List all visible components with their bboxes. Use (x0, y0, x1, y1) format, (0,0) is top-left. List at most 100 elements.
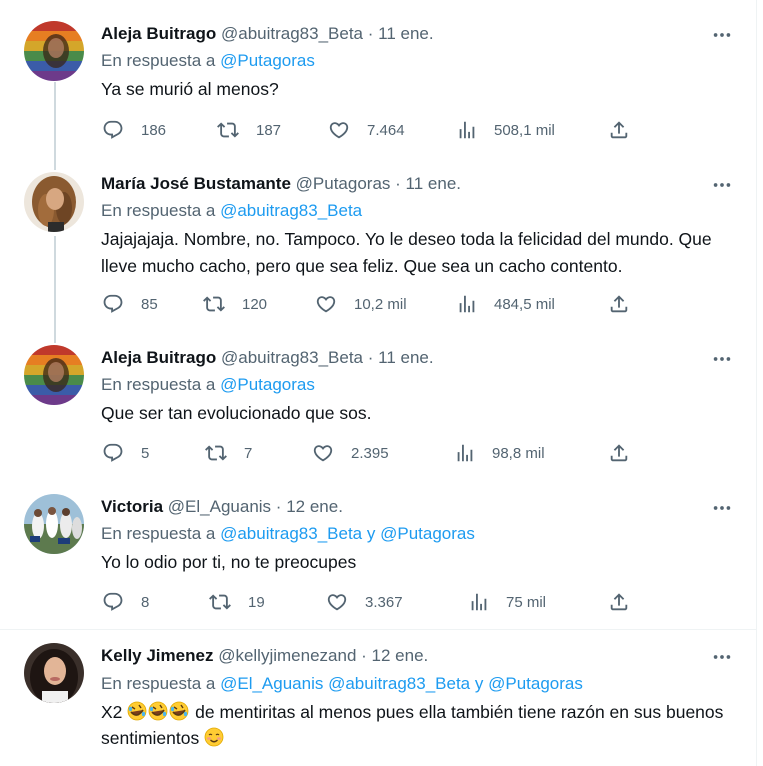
user-handle[interactable]: @abuitrag83_Beta (221, 348, 363, 367)
share-button[interactable] (608, 441, 630, 465)
retweet-icon (217, 122, 239, 138)
user-handle[interactable]: @El_Aguanis (168, 497, 271, 516)
mention-link[interactable]: @Putagoras (488, 674, 583, 693)
rolling-laughing-emoji (127, 701, 147, 721)
tweet-date[interactable]: 11 ene. (378, 24, 433, 43)
views-count: 75 mil (506, 593, 547, 611)
share-button[interactable] (608, 292, 630, 316)
reply-icon (103, 443, 123, 462)
reply-icon (103, 120, 123, 139)
tweet[interactable]: Aleja Buitrago @abuitrag83_Beta · 11 ene… (0, 324, 757, 484)
tweet-actions: 186 187 7.464 508,1 mil (100, 118, 640, 142)
tweet[interactable]: Victoria @El_Aguanis · 12 ene. En respue… (0, 473, 757, 630)
tweet-date[interactable]: 12 ene. (286, 497, 343, 516)
views-button[interactable]: 98,8 mil (454, 441, 545, 465)
user-handle[interactable]: @Putagoras (296, 174, 391, 193)
mention-link[interactable]: @El_Aguanis (220, 674, 323, 693)
more-button[interactable] (708, 349, 736, 369)
display-name[interactable]: Kelly Jimenez (101, 646, 213, 665)
reply-prefix: En respuesta a (101, 524, 216, 543)
separator-dot: · (367, 24, 374, 43)
display-name[interactable]: Victoria (101, 497, 163, 516)
mention-joiner: y (474, 674, 484, 693)
views-icon (457, 444, 473, 462)
like-button[interactable]: 2.395 (312, 441, 389, 465)
views-button[interactable]: 508,1 mil (456, 118, 555, 142)
more-icon (713, 506, 731, 510)
retweet-count: 187 (256, 121, 282, 139)
avatar-image (24, 172, 84, 232)
more-button[interactable] (708, 175, 736, 195)
display-name[interactable]: Aleja Buitrago (101, 348, 216, 367)
reply-button[interactable]: 85 (102, 292, 158, 316)
reply-button[interactable]: 5 (102, 441, 149, 465)
like-button[interactable]: 7.464 (328, 118, 405, 142)
avatar-image (24, 643, 84, 703)
conversation-thread: Aleja Buitrago @abuitrag83_Beta · 11 ene… (0, 0, 757, 766)
tweet[interactable]: María José Bustamante @Putagoras · 11 en… (0, 150, 757, 335)
retweet-button[interactable]: 187 (217, 118, 281, 142)
more-icon (713, 183, 731, 187)
reply-context: En respuesta a @Putagoras (101, 373, 315, 397)
more-button[interactable] (708, 498, 736, 518)
tweet-text: X2 de mentiritas al menos pues ella tamb… (101, 699, 741, 751)
mention-joiner: y (366, 524, 376, 543)
reply-count: 8 (141, 593, 150, 611)
mention-link[interactable]: @abuitrag83_Beta (220, 201, 362, 220)
mention-link[interactable]: @abuitrag83_Beta (328, 674, 470, 693)
share-button[interactable] (608, 118, 630, 142)
like-count: 2.395 (351, 444, 389, 462)
reply-button[interactable]: 186 (102, 118, 166, 142)
tweet-date[interactable]: 11 ene. (378, 348, 433, 367)
share-icon (610, 121, 628, 139)
views-icon (471, 593, 487, 611)
mention-link[interactable]: @Putagoras (220, 375, 315, 394)
avatar[interactable] (24, 21, 84, 81)
retweet-icon (205, 445, 227, 461)
avatar[interactable] (24, 172, 84, 232)
retweet-icon (209, 594, 231, 610)
more-icon (713, 655, 731, 659)
share-button[interactable] (608, 590, 630, 614)
like-icon (313, 445, 333, 462)
reply-icon (103, 592, 123, 611)
tweet[interactable]: Aleja Buitrago @abuitrag83_Beta · 11 ene… (0, 0, 757, 165)
rolling-laughing-emoji (148, 701, 168, 721)
retweet-button[interactable]: 120 (203, 292, 267, 316)
tweet-date[interactable]: 12 ene. (372, 646, 429, 665)
views-button[interactable]: 75 mil (468, 590, 546, 614)
more-button[interactable] (708, 647, 736, 667)
share-icon (610, 295, 628, 313)
avatar[interactable] (24, 345, 84, 405)
views-count: 98,8 mil (492, 444, 545, 462)
retweet-count: 7 (244, 444, 253, 462)
mention-link[interactable]: @Putagoras (380, 524, 475, 543)
avatar-image (24, 494, 84, 554)
separator-dot: · (361, 646, 367, 665)
more-button[interactable] (708, 25, 736, 45)
tweet-date[interactable]: 11 ene. (406, 174, 461, 193)
user-handle[interactable]: @abuitrag83_Beta (221, 24, 363, 43)
user-handle[interactable]: @kellyjimenezand (218, 646, 356, 665)
reply-button[interactable]: 8 (102, 590, 149, 614)
tweet[interactable]: Kelly Jimenez @kellyjimenezand · 12 ene.… (0, 631, 757, 766)
reply-prefix: En respuesta a (101, 51, 216, 70)
display-name[interactable]: Aleja Buitrago (101, 24, 216, 43)
retweet-button[interactable]: 19 (209, 590, 265, 614)
tweet-actions: 8 19 3.367 75 mil (100, 590, 640, 614)
mention-link[interactable]: @Putagoras (220, 51, 315, 70)
tweet-actions: 85 120 10,2 mil 484,5 mil (100, 292, 640, 316)
display-name[interactable]: María José Bustamante (101, 174, 291, 193)
mention-link[interactable]: @abuitrag83_Beta (220, 524, 362, 543)
retweet-button[interactable]: 7 (205, 441, 252, 465)
like-icon (316, 296, 336, 313)
tweet-text: Que ser tan evolucionado que sos. (101, 403, 372, 423)
views-button[interactable]: 484,5 mil (456, 292, 555, 316)
avatar[interactable] (24, 494, 84, 554)
like-button[interactable]: 10,2 mil (315, 292, 407, 316)
avatar[interactable] (24, 643, 84, 703)
tweet-text: Jajajajaja. Nombre, no. Tampoco. Yo le d… (101, 229, 712, 276)
like-icon (327, 594, 347, 611)
like-button[interactable]: 3.367 (326, 590, 403, 614)
views-count: 484,5 mil (494, 295, 555, 313)
